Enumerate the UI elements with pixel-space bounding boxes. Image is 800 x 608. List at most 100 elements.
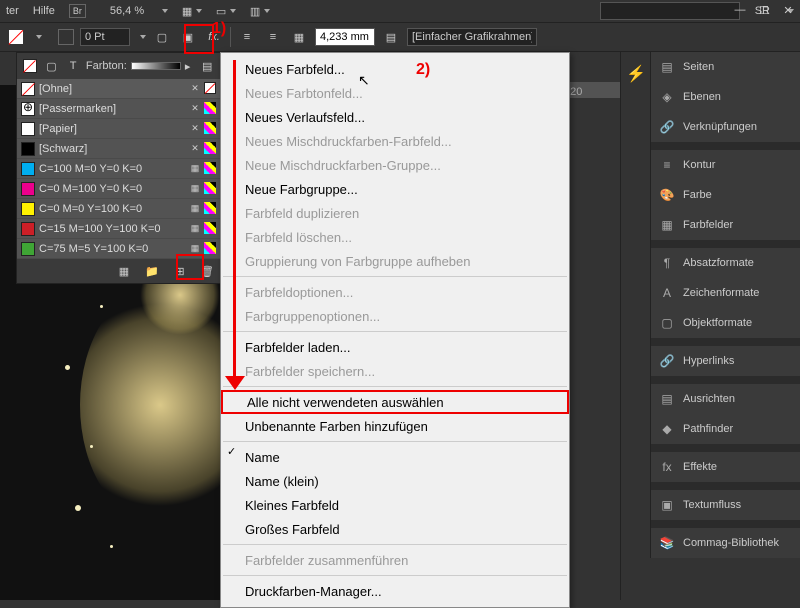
- swatches-flyout-menu: Neues Farbfeld...Neues Farbtonfeld...Neu…: [220, 52, 570, 608]
- lock-icon: ✕: [188, 122, 202, 136]
- panel-icon: 📚: [659, 535, 675, 551]
- swatch-row[interactable]: C=15 M=100 Y=100 K=0 ▦: [17, 219, 220, 239]
- swatch-row[interactable]: C=0 M=0 Y=100 K=0▦: [17, 199, 220, 219]
- menu-item-help[interactable]: Hilfe: [33, 5, 55, 17]
- arrange-icon[interactable]: ▥: [250, 1, 270, 21]
- panel-group-separator: [651, 444, 800, 452]
- crop-icon[interactable]: ▦: [289, 27, 309, 47]
- swatch-type-icons: ✕: [188, 142, 216, 156]
- panel-button-pathfinder[interactable]: ◆Pathfinder: [651, 414, 800, 444]
- menu-item[interactable]: Großes Farbfeld: [221, 517, 569, 541]
- menu-item[interactable]: Neues Verlaufsfeld...: [221, 105, 569, 129]
- bridge-button[interactable]: Br: [69, 4, 86, 18]
- swatch-row[interactable]: C=0 M=100 Y=0 K=0▦: [17, 179, 220, 199]
- width-input[interactable]: [315, 28, 375, 46]
- close-button[interactable]: ✕: [776, 0, 800, 20]
- panel-icon: 🔗: [659, 119, 675, 135]
- menu-separator: [223, 386, 567, 387]
- panel-button-farbfelder[interactable]: ▦Farbfelder: [651, 210, 800, 240]
- object-style-select[interactable]: [407, 28, 537, 46]
- formatting-container-icon[interactable]: ▢: [43, 56, 61, 76]
- swatch-chip: [21, 242, 35, 256]
- menu-item[interactable]: ter: [6, 5, 19, 17]
- chevron-icon[interactable]: [36, 35, 42, 39]
- tint-arrow-icon[interactable]: ▸: [185, 60, 191, 73]
- swatch-chip: [21, 142, 35, 156]
- process-icon: ▦: [188, 222, 202, 236]
- process-icon: ▦: [188, 182, 202, 196]
- swatch-row[interactable]: [Papier]✕: [17, 119, 220, 139]
- swatch-name: C=75 M=5 Y=100 K=0: [39, 243, 184, 255]
- panel-button-ebenen[interactable]: ◈Ebenen: [651, 82, 800, 112]
- panel-button-objektformate[interactable]: ▢Objektformate: [651, 308, 800, 338]
- swatch-type-icons: ✕: [188, 102, 216, 116]
- minimize-button[interactable]: —: [728, 0, 752, 20]
- panel-icon: ¶: [659, 255, 675, 271]
- panel-icon: ▣: [659, 497, 675, 513]
- tint-slider[interactable]: [131, 62, 181, 70]
- fill-proxy-icon[interactable]: [21, 56, 39, 76]
- bolt-icon[interactable]: ⚡: [621, 52, 651, 96]
- panel-label: Ausrichten: [683, 393, 735, 405]
- menu-item: Farbgruppenoptionen...: [221, 304, 569, 328]
- panel-button-farbe[interactable]: 🎨Farbe: [651, 180, 800, 210]
- swatch-chip: [21, 222, 35, 236]
- lock-icon: ✕: [188, 142, 202, 156]
- panel-button-zeichenformate[interactable]: AZeichenformate: [651, 278, 800, 308]
- swatch-row[interactable]: [Ohne]✕: [17, 79, 220, 99]
- zoom-level[interactable]: 56,4 %: [110, 5, 144, 17]
- panel-button-absatzformate[interactable]: ¶ Absatzformate: [651, 248, 800, 278]
- panel-button-commag-bibliothek[interactable]: 📚Commag-Bibliothek: [651, 528, 800, 558]
- panel-button-seiten[interactable]: ▤Seiten: [651, 52, 800, 82]
- flyout-menu-button[interactable]: ▤: [198, 56, 216, 76]
- panel-group-separator: [651, 142, 800, 150]
- search-input[interactable]: [600, 2, 740, 20]
- stroke-weight-input[interactable]: [80, 28, 130, 46]
- chevron-down-icon[interactable]: [140, 35, 146, 39]
- menu-item: Farbfelder zusammenführen: [221, 548, 569, 572]
- menu-item[interactable]: Unbenannte Farben hinzufügen: [221, 414, 569, 438]
- swatch-row[interactable]: C=100 M=0 Y=0 K=0▦: [17, 159, 220, 179]
- chevron-down-icon[interactable]: [162, 9, 168, 13]
- menu-item[interactable]: Neue Farbgruppe...: [221, 177, 569, 201]
- panel-button-textumfluss[interactable]: ▣Textumfluss: [651, 490, 800, 520]
- menu-item[interactable]: Farbfelder laden...: [221, 335, 569, 359]
- menu-item[interactable]: Neues Farbfeld...: [221, 57, 569, 81]
- maximize-button[interactable]: ☐: [752, 0, 776, 20]
- options-icon[interactable]: ▤: [381, 27, 401, 47]
- panel-label: Pathfinder: [683, 423, 733, 435]
- panel-label: Absatzformate: [683, 257, 754, 269]
- swatch-type-icons: ✕: [188, 82, 216, 96]
- menu-item[interactable]: Alle nicht verwendeten auswählen: [221, 390, 569, 414]
- swatch-row[interactable]: [Schwarz] ✕: [17, 139, 220, 159]
- new-folder-icon[interactable]: 📁: [142, 261, 162, 281]
- view-options-icon[interactable]: ▦: [182, 1, 202, 21]
- lock-icon: ✕: [188, 82, 202, 96]
- panel-button-verknüpfungen[interactable]: 🔗Verknüpfungen: [651, 112, 800, 142]
- menu-item: Farbfeld löschen...: [221, 225, 569, 249]
- screen-mode-icon[interactable]: ▭: [216, 1, 236, 21]
- fill-stroke-proxy[interactable]: [6, 27, 26, 47]
- panel-button-ausrichten[interactable]: ▤Ausrichten: [651, 384, 800, 414]
- panel-button-hyperlinks[interactable]: 🔗Hyperlinks: [651, 346, 800, 376]
- panel-button-kontur[interactable]: ≡Kontur: [651, 150, 800, 180]
- menu-item[interactable]: Druckfarben-Manager...: [221, 579, 569, 603]
- cmyk-icon: [204, 222, 216, 234]
- panel-icon: ▤: [659, 59, 675, 75]
- align-left-icon[interactable]: ≡: [237, 27, 257, 47]
- menu-item: Neues Mischdruckfarben-Farbfeld...: [221, 129, 569, 153]
- view-grid-icon[interactable]: ▦: [114, 261, 134, 281]
- panel-label: Effekte: [683, 461, 717, 473]
- swatch-name: C=15 M=100 Y=100 K=0: [39, 223, 184, 235]
- corner-icon[interactable]: ▢: [152, 27, 172, 47]
- align-right-icon[interactable]: ≡: [263, 27, 283, 47]
- menu-item[interactable]: Name: [221, 445, 569, 469]
- swatch-row[interactable]: [Passermarken]✕: [17, 99, 220, 119]
- menu-separator: [223, 544, 567, 545]
- menu-item[interactable]: Name (klein): [221, 469, 569, 493]
- formatting-text-icon[interactable]: T: [64, 56, 82, 76]
- menu-item[interactable]: Kleines Farbfeld: [221, 493, 569, 517]
- panel-button-effekte[interactable]: fxEffekte: [651, 452, 800, 482]
- swatch-name: [Schwarz]: [39, 143, 184, 155]
- none-icon: [204, 82, 216, 94]
